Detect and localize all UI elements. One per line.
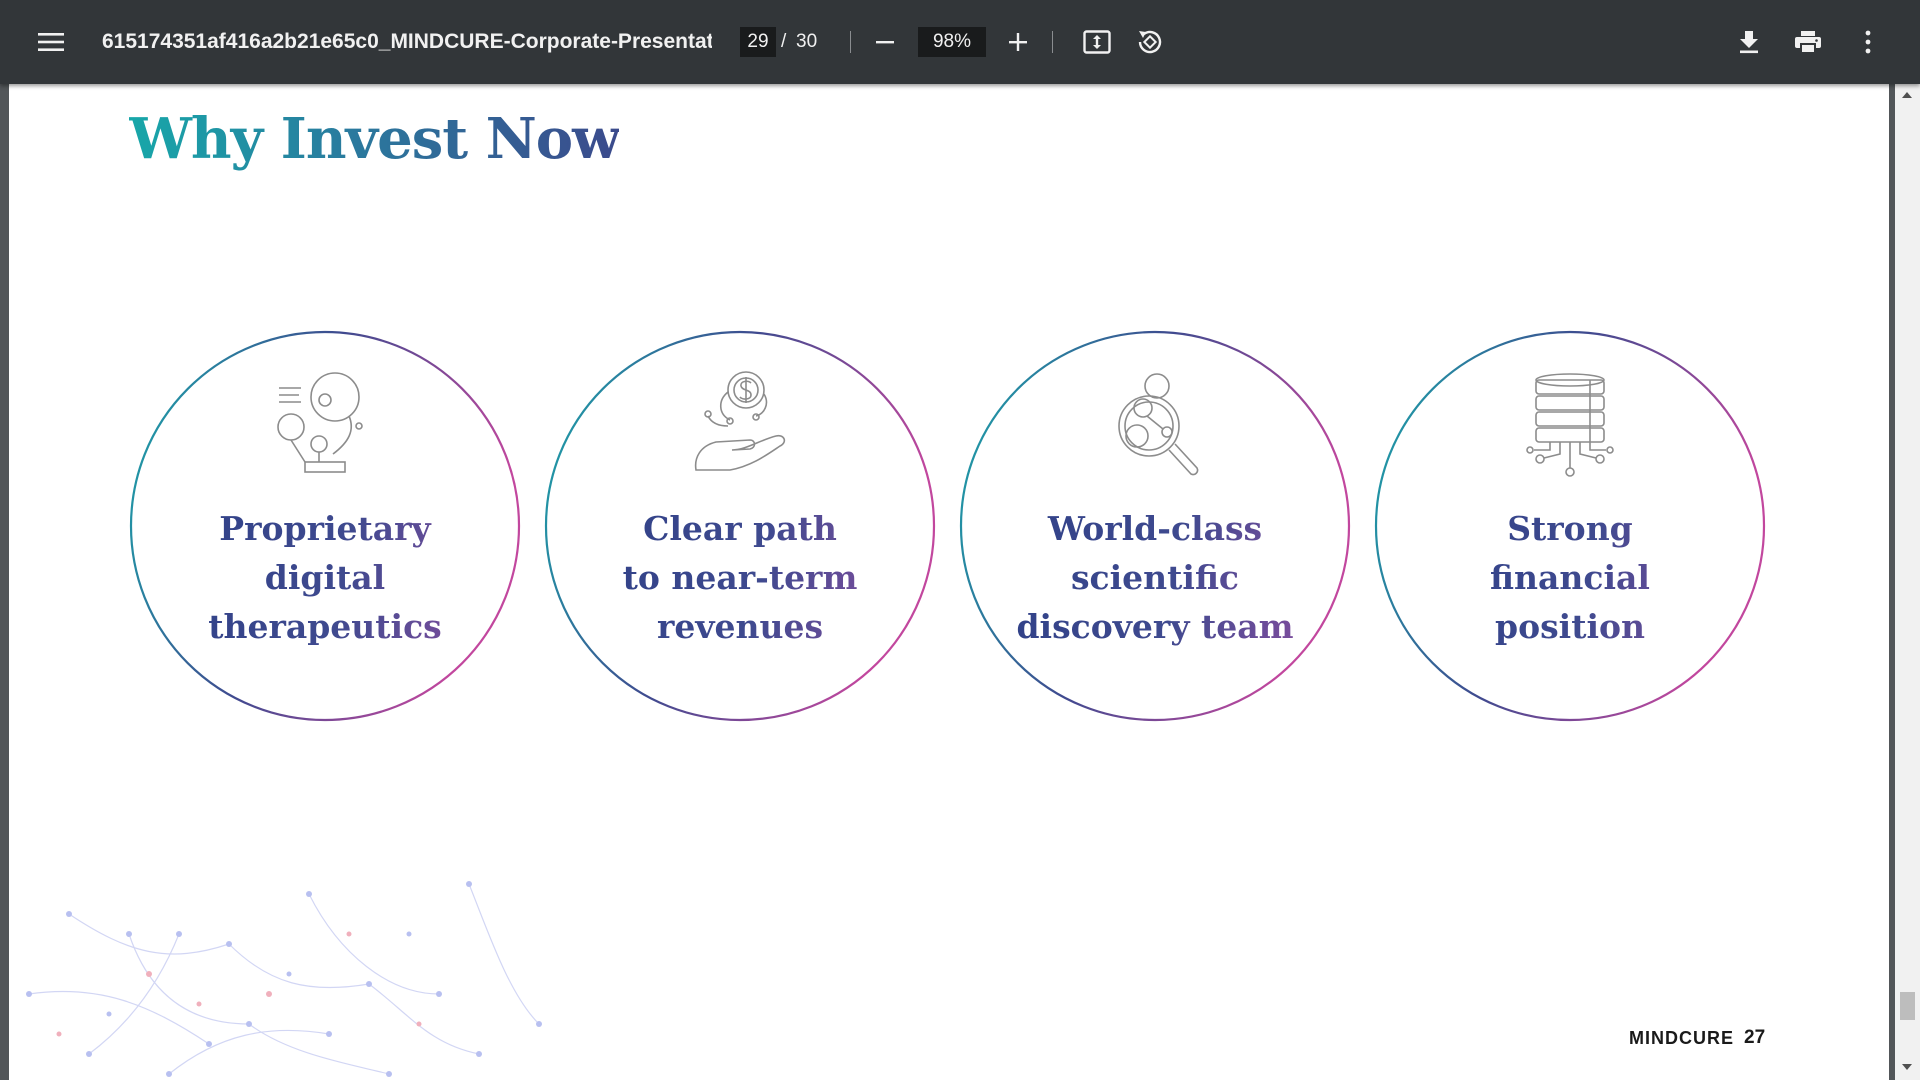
more-vert-icon [1865, 30, 1871, 54]
document-title: 615174351af416a2b21e65c0_MINDCURE-Corpor… [102, 30, 712, 53]
digital-therapeutics-icon [277, 372, 363, 473]
pdf-viewer[interactable]: Why Invest Now Proprietary digital thera… [0, 84, 1920, 1080]
zoom-in-button[interactable] [994, 18, 1042, 66]
card-label: Proprietary digital therapeutics [149, 504, 501, 651]
slide-page-number: 27 [1744, 1027, 1766, 1048]
rotate-button[interactable] [1126, 18, 1174, 66]
card-label-line: scientific [1070, 558, 1240, 597]
download-icon [1740, 31, 1758, 54]
value-card-financial-position: Strong financial position [1374, 330, 1766, 722]
total-pages: 30 [796, 31, 818, 52]
card-label-line: Strong [1507, 509, 1633, 548]
card-label-line: Clear path [643, 509, 837, 548]
scroll-down-arrow-icon[interactable] [1902, 1064, 1912, 1070]
brand-logo: MINDCURE [1629, 1028, 1734, 1048]
scrollbar-thumb[interactable] [1900, 992, 1915, 1020]
card-label-line: Proprietary [219, 509, 431, 548]
more-actions-button[interactable] [1844, 18, 1892, 66]
download-button[interactable] [1725, 18, 1773, 66]
card-label-line: position [1495, 607, 1645, 646]
slide-title: Why Invest Now [129, 106, 620, 172]
fit-page-icon [1083, 30, 1111, 54]
card-label-line: revenues [656, 607, 824, 646]
page-number-input[interactable] [740, 27, 776, 57]
menu-button[interactable] [27, 18, 75, 66]
pdf-toolbar: 615174351af416a2b21e65c0_MINDCURE-Corpor… [0, 0, 1920, 84]
print-icon [1795, 31, 1821, 54]
zoom-out-button[interactable] [861, 18, 909, 66]
rotate-icon [1138, 30, 1162, 54]
card-label: Strong financial position [1394, 504, 1746, 651]
card-label-line: World-class [1047, 509, 1263, 548]
page-separator: / [781, 31, 787, 52]
toolbar-divider [850, 31, 851, 53]
card-label-line: financial [1490, 558, 1650, 597]
scroll-up-arrow-icon[interactable] [1902, 92, 1912, 98]
database-network-icon [1526, 373, 1614, 477]
card-label-line: digital [264, 558, 386, 597]
hand-dollar-icon [694, 371, 786, 471]
pdf-page: Why Invest Now Proprietary digital thera… [9, 84, 1889, 1080]
card-label: World-class scientific discovery team [979, 504, 1331, 651]
toolbar-divider [1052, 31, 1053, 53]
magnifier-molecule-icon [1118, 373, 1199, 476]
minus-icon [876, 41, 894, 44]
neural-network-decoration [26, 881, 542, 1077]
card-label-line: therapeutics [208, 607, 442, 646]
fit-page-button[interactable] [1073, 18, 1121, 66]
menu-icon [38, 33, 64, 51]
value-card-discovery-team: World-class scientific discovery team [959, 330, 1351, 722]
zoom-input[interactable] [918, 27, 986, 57]
value-card-near-term-revenues: Clear path to near-term revenues [544, 330, 936, 722]
value-card-digital-therapeutics: Proprietary digital therapeutics [129, 330, 521, 722]
vertical-scrollbar[interactable] [1895, 84, 1920, 1080]
card-label-line: to near-term [622, 558, 858, 597]
card-label: Clear path to near-term revenues [564, 504, 916, 651]
card-label-line: discovery team [1016, 607, 1294, 646]
print-button[interactable] [1784, 18, 1832, 66]
plus-icon [1009, 33, 1027, 51]
